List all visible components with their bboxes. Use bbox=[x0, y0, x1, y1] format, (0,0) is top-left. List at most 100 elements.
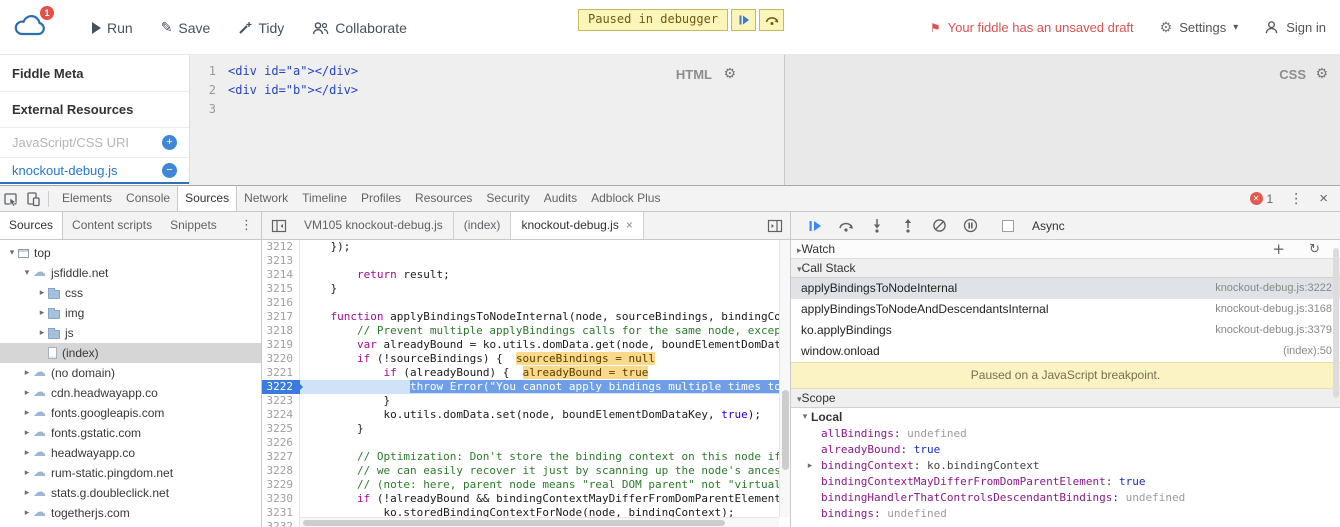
add-resource-button[interactable]: + bbox=[162, 135, 177, 150]
collapse-arrow-icon[interactable]: ▸ bbox=[805, 458, 815, 474]
unsaved-draft-notice[interactable]: ⚑ Your fiddle has an unsaved draft bbox=[930, 20, 1134, 35]
callstack-frame[interactable]: applyBindingsToNodeInternal knockout-debu… bbox=[791, 278, 1340, 299]
tree-item-img[interactable]: ▸ img bbox=[0, 303, 261, 323]
jsfiddle-logo[interactable]: 1 bbox=[12, 6, 56, 44]
tree-item-index[interactable]: (index) bbox=[0, 343, 261, 363]
devtools-close-icon[interactable]: × bbox=[1319, 190, 1328, 207]
line-number-gutter[interactable]: 3220 bbox=[262, 352, 300, 366]
css-editor-panel[interactable]: CSS ⚙ bbox=[785, 55, 1340, 185]
call-stack-section-header[interactable]: ▾Call Stack bbox=[791, 259, 1340, 278]
line-number-gutter[interactable]: 3231 bbox=[262, 506, 300, 520]
resource-name-link[interactable]: knockout-debug.js bbox=[12, 163, 118, 178]
line-number-gutter[interactable]: 3214 bbox=[262, 268, 300, 282]
frame-location-link[interactable]: knockout-debug.js:3379 bbox=[1215, 320, 1332, 341]
devtools-menu-icon[interactable]: ⋮ bbox=[1289, 191, 1303, 207]
line-number-gutter[interactable]: 3217 bbox=[262, 310, 300, 324]
refresh-watch-icon[interactable]: ↻ bbox=[1309, 240, 1320, 259]
line-number-gutter[interactable]: 3218 bbox=[262, 324, 300, 338]
tree-item-top[interactable]: ▾ top bbox=[0, 243, 261, 263]
line-number-gutter[interactable]: 3226 bbox=[262, 436, 300, 450]
overlay-resume-button[interactable] bbox=[731, 9, 757, 31]
devtools-tab-timeline[interactable]: Timeline bbox=[295, 186, 354, 211]
resource-item-knockout-debug[interactable]: knockout-debug.js − bbox=[0, 158, 189, 184]
add-watch-expression-icon[interactable]: + bbox=[1272, 240, 1285, 259]
scrollbar-thumb[interactable] bbox=[782, 390, 789, 470]
callstack-frame[interactable]: applyBindingsToNodeAndDescendantsInterna… bbox=[791, 299, 1340, 320]
devtools-tab-audits[interactable]: Audits bbox=[537, 186, 584, 211]
devtools-tab-sources[interactable]: Sources bbox=[177, 186, 238, 211]
save-button[interactable]: ✎ Save bbox=[161, 20, 211, 36]
line-number-gutter[interactable]: 3222 bbox=[262, 380, 303, 394]
line-number-gutter[interactable]: 3219 bbox=[262, 338, 300, 352]
tree-item-fonts-gstatic-com[interactable]: ▸ ☁ fonts.gstatic.com bbox=[0, 423, 261, 443]
run-button[interactable]: Run bbox=[92, 20, 133, 36]
scrollbar-thumb[interactable] bbox=[1333, 248, 1339, 398]
line-number-gutter[interactable]: 3225 bbox=[262, 422, 300, 436]
html-code-line[interactable]: 2 <div id="b"></div> bbox=[190, 81, 784, 100]
remove-resource-button[interactable]: − bbox=[162, 162, 177, 178]
editor-vertical-scrollbar[interactable] bbox=[779, 240, 790, 517]
html-editor-panel[interactable]: 1 <div id="a"></div> 2 <div id="b"></div> 3 … bbox=[190, 55, 785, 185]
devtools-tab-security[interactable]: Security bbox=[479, 186, 536, 211]
frame-location-link[interactable]: knockout-debug.js:3222 bbox=[1215, 278, 1332, 299]
tree-item-js[interactable]: ▸ js bbox=[0, 323, 261, 343]
line-number-gutter[interactable]: 3223 bbox=[262, 394, 300, 408]
tree-item-togetherjs-com[interactable]: ▸ ☁ togetherjs.com bbox=[0, 503, 261, 523]
editor-tab-vm105-knockout-debug-js[interactable]: VM105 knockout-debug.js bbox=[294, 212, 454, 239]
tree-item-stats-g-doubleclick-net[interactable]: ▸ ☁ stats.g.doubleclick.net bbox=[0, 483, 261, 503]
async-checkbox[interactable] bbox=[1002, 219, 1014, 232]
code-editor[interactable]: 3212 }); 3213 3214 return result; 3215 } 321… bbox=[262, 240, 790, 527]
line-number-gutter[interactable]: 3230 bbox=[262, 492, 300, 506]
error-count-badge[interactable]: ✕ 1 bbox=[1249, 192, 1273, 206]
tree-item-cdn-headwayapp-co[interactable]: ▸ ☁ cdn.headwayapp.co bbox=[0, 383, 261, 403]
toggle-debugger-sidebar-icon[interactable] bbox=[764, 214, 786, 238]
line-number-gutter[interactable]: 3229 bbox=[262, 478, 300, 492]
tree-item-fonts-googleapis-com[interactable]: ▸ ☁ fonts.googleapis.com bbox=[0, 403, 261, 423]
tidy-button[interactable]: Tidy bbox=[238, 20, 284, 36]
css-settings-gear-icon[interactable]: ⚙ bbox=[1315, 66, 1328, 82]
sign-in-button[interactable]: Sign in bbox=[1264, 20, 1326, 35]
line-number-gutter[interactable]: 3215 bbox=[262, 282, 300, 296]
line-number-gutter[interactable]: 3228 bbox=[262, 464, 300, 478]
devtools-tab-resources[interactable]: Resources bbox=[408, 186, 479, 211]
editor-tab-knockout-debug-js[interactable]: knockout-debug.js × bbox=[511, 212, 644, 239]
sidebar-item-external-resources[interactable]: External Resources bbox=[0, 92, 189, 128]
overlay-step-over-button[interactable] bbox=[759, 9, 785, 31]
scope-local-section[interactable]: ▾ Local bbox=[791, 408, 1340, 426]
html-code-line[interactable]: 3 bbox=[190, 100, 784, 119]
deactivate-breakpoints-button[interactable] bbox=[930, 217, 948, 235]
devtools-tab-profiles[interactable]: Profiles bbox=[354, 186, 408, 211]
line-number-gutter[interactable]: 3213 bbox=[262, 254, 300, 268]
step-over-button[interactable] bbox=[837, 217, 855, 235]
scope-variable[interactable]: ▸ bindingContext: ko.bindingContext bbox=[791, 458, 1340, 474]
device-toolbar-icon[interactable] bbox=[22, 187, 44, 211]
hide-navigator-icon[interactable] bbox=[268, 214, 290, 238]
frame-location-link[interactable]: (index):50 bbox=[1283, 341, 1332, 362]
scope-section-header[interactable]: ▾Scope bbox=[791, 389, 1340, 408]
devtools-tab-console[interactable]: Console bbox=[119, 186, 177, 211]
devtools-tab-elements[interactable]: Elements bbox=[55, 186, 119, 211]
resource-uri-input[interactable]: JavaScript/CSS URI + bbox=[0, 128, 189, 158]
editor-horizontal-scrollbar[interactable] bbox=[300, 517, 779, 527]
settings-menu[interactable]: ⚙ Settings ▾ bbox=[1160, 20, 1239, 36]
pause-on-exceptions-button[interactable] bbox=[961, 217, 979, 235]
sidebar-item-fiddle-meta[interactable]: Fiddle Meta bbox=[0, 55, 189, 92]
close-tab-icon[interactable]: × bbox=[626, 212, 633, 239]
inspect-element-icon[interactable] bbox=[0, 187, 22, 211]
line-number-gutter[interactable]: 3227 bbox=[262, 450, 300, 464]
navigator-tab-sources[interactable]: Sources bbox=[0, 212, 64, 239]
tree-item-no-domain[interactable]: ▸ ☁ (no domain) bbox=[0, 363, 261, 383]
scrollbar-thumb[interactable] bbox=[303, 520, 725, 526]
tree-item-jsfiddle-net[interactable]: ▾ ☁ jsfiddle.net bbox=[0, 263, 261, 283]
navigator-tab-content-scripts[interactable]: Content scripts bbox=[63, 212, 161, 239]
callstack-frame[interactable]: window.onload (index):50 bbox=[791, 341, 1340, 362]
sidebar-scrollbar[interactable] bbox=[1332, 240, 1340, 527]
navigator-tab-snippets[interactable]: Snippets bbox=[161, 212, 226, 239]
watch-section-header[interactable]: ▸Watch + ↻ bbox=[791, 240, 1340, 259]
devtools-tab-adblock-plus[interactable]: Adblock Plus bbox=[584, 186, 667, 211]
step-out-button[interactable] bbox=[899, 217, 917, 235]
collaborate-button[interactable]: Collaborate bbox=[312, 20, 407, 36]
resume-script-button[interactable] bbox=[806, 217, 824, 235]
step-into-button[interactable] bbox=[868, 217, 886, 235]
line-number-gutter[interactable]: 3212 bbox=[262, 240, 300, 254]
